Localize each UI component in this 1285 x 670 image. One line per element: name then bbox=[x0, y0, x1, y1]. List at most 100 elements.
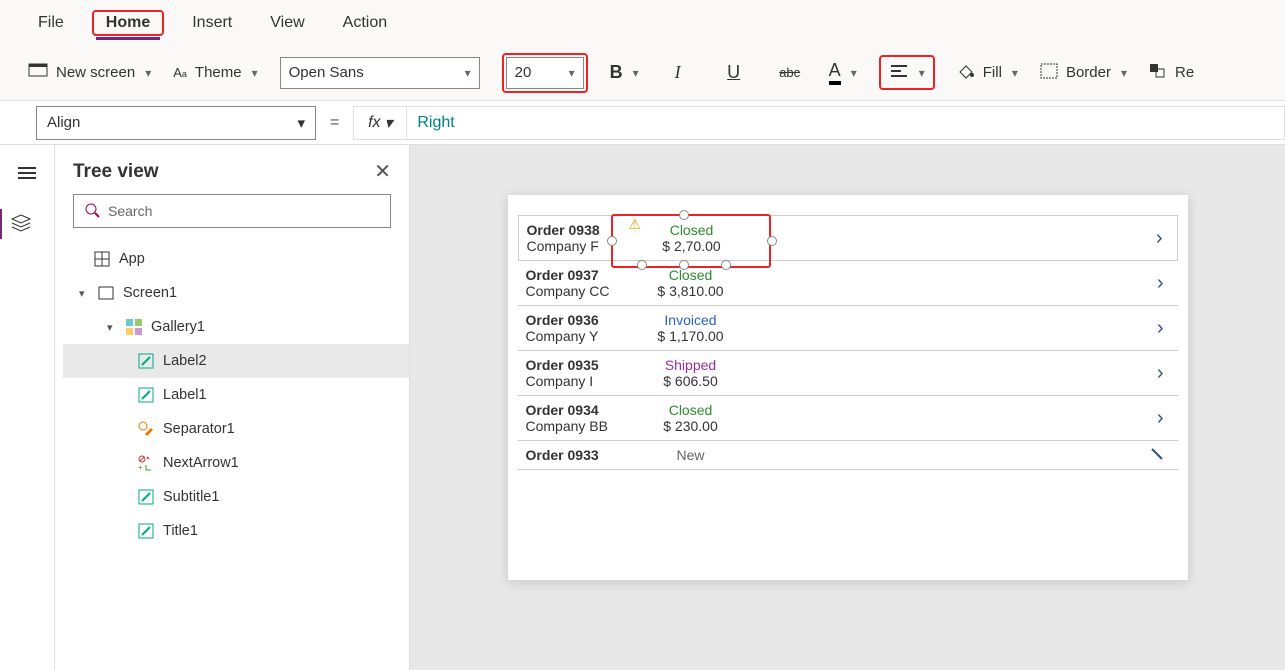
font-color-icon: A bbox=[829, 60, 841, 85]
strikethrough-button[interactable]: abc bbox=[773, 56, 807, 90]
tree-node-separator1[interactable]: Separator1 bbox=[63, 412, 409, 446]
collapse-icon[interactable]: ▾ bbox=[79, 287, 89, 300]
italic-button[interactable]: I bbox=[661, 56, 695, 90]
chevron-down-icon: ▾ bbox=[252, 66, 258, 80]
formula-bar: Align ▾ = fx▾ Right bbox=[0, 101, 1285, 145]
ribbon: New screen ▾ Aa Theme ▾ Open Sans ▾ 20 ▾… bbox=[0, 45, 1285, 101]
chevron-right-icon[interactable] bbox=[1150, 444, 1164, 467]
tree: App ▾ Screen1 ▾ Gallery1 Label2 Label1 bbox=[55, 242, 409, 548]
font-family-select[interactable]: Open Sans ▾ bbox=[280, 57, 480, 89]
tree-node-gallery1[interactable]: ▾ Gallery1 bbox=[63, 310, 409, 344]
tree-node-subtitle1[interactable]: Subtitle1 bbox=[63, 480, 409, 514]
chevron-right-icon[interactable]: › bbox=[1157, 317, 1164, 340]
layers-icon bbox=[11, 214, 31, 235]
fill-icon bbox=[957, 62, 975, 83]
price-label: $ 230.00 bbox=[636, 418, 746, 434]
equals-label: = bbox=[330, 114, 339, 132]
theme-icon: Aa bbox=[173, 65, 187, 80]
gallery-row[interactable]: Order 0935Company IShipped$ 606.50› bbox=[518, 351, 1178, 396]
collapse-icon[interactable]: ▾ bbox=[107, 321, 117, 334]
tree-view-rail-button[interactable] bbox=[0, 209, 29, 239]
tree-node-title1[interactable]: Title1 bbox=[63, 514, 409, 548]
tree-node-app[interactable]: App bbox=[63, 242, 409, 276]
menu-bar: File Home Insert View Action bbox=[0, 0, 1285, 45]
font-size-select[interactable]: 20 ▾ bbox=[506, 57, 584, 89]
price-label: $ 1,170.00 bbox=[636, 328, 746, 344]
status-label: Closed bbox=[636, 267, 746, 283]
company-name: Company F bbox=[527, 238, 637, 254]
screen-preview[interactable]: Order 0938Company F Closed $ 2,70.00 › ⚠ Orde… bbox=[508, 195, 1188, 580]
strikethrough-icon: abc bbox=[779, 65, 800, 80]
label-icon bbox=[137, 352, 155, 370]
align-icon bbox=[889, 63, 909, 82]
company-name: Company BB bbox=[526, 418, 636, 434]
fill-button[interactable]: Fill ▾ bbox=[957, 62, 1018, 83]
new-screen-button[interactable]: New screen ▾ bbox=[28, 63, 151, 82]
tree-view-title: Tree view bbox=[73, 161, 159, 183]
gallery-row[interactable]: Order 0936Company YInvoiced$ 1,170.00› bbox=[518, 306, 1178, 351]
reorder-icon bbox=[1149, 63, 1167, 82]
tree-node-label2[interactable]: Label2 bbox=[63, 344, 409, 378]
chevron-right-icon[interactable]: › bbox=[1157, 272, 1164, 295]
price-label: $ 606.50 bbox=[636, 373, 746, 389]
menu-view[interactable]: View bbox=[260, 8, 314, 38]
gallery-row[interactable]: Order 0938Company FClosed$ 2,70.00›⚠ bbox=[518, 215, 1178, 261]
chevron-down-icon: ▾ bbox=[633, 66, 639, 80]
reorder-button[interactable]: Re bbox=[1149, 63, 1194, 82]
company-name: Company Y bbox=[526, 328, 636, 344]
search-icon bbox=[84, 202, 100, 221]
menu-action[interactable]: Action bbox=[333, 8, 397, 38]
gallery-row[interactable]: Order 0933New bbox=[518, 441, 1178, 470]
company-name: Company I bbox=[526, 373, 636, 389]
formula-input[interactable]: Right bbox=[407, 106, 1285, 140]
menu-insert[interactable]: Insert bbox=[182, 8, 242, 38]
order-id: Order 0933 bbox=[526, 447, 636, 463]
tree-node-screen1[interactable]: ▾ Screen1 bbox=[63, 276, 409, 310]
border-icon bbox=[1040, 63, 1058, 82]
label-icon bbox=[137, 386, 155, 404]
gallery-icon bbox=[125, 318, 143, 336]
resize-handle[interactable] bbox=[679, 210, 689, 220]
theme-button[interactable]: Aa Theme ▾ bbox=[173, 64, 257, 81]
chevron-right-icon[interactable]: › bbox=[1157, 362, 1164, 385]
text-align-button[interactable]: ▾ bbox=[883, 59, 931, 86]
tree-node-nextarrow1[interactable]: + NextArrow1 bbox=[63, 446, 409, 480]
fx-button[interactable]: fx▾ bbox=[353, 106, 407, 140]
menu-home[interactable]: Home bbox=[96, 8, 160, 40]
hamburger-button[interactable] bbox=[12, 159, 42, 189]
label-icon bbox=[137, 488, 155, 506]
chevron-down-icon: ▾ bbox=[1121, 66, 1127, 80]
close-icon[interactable]: ✕ bbox=[374, 159, 391, 184]
resize-handle[interactable] bbox=[767, 236, 777, 246]
order-id: Order 0936 bbox=[526, 312, 636, 328]
menu-file[interactable]: File bbox=[28, 8, 74, 38]
warning-icon: ⚠ bbox=[629, 216, 642, 233]
label-icon bbox=[137, 522, 155, 540]
app-icon bbox=[93, 250, 111, 268]
border-button[interactable]: Border ▾ bbox=[1040, 63, 1127, 82]
left-rail bbox=[0, 145, 55, 670]
gallery-row[interactable]: Order 0937Company CCClosed$ 3,810.00› bbox=[518, 261, 1178, 306]
chevron-right-icon[interactable]: › bbox=[1157, 407, 1164, 430]
underline-button[interactable]: U bbox=[717, 56, 751, 90]
chevron-right-icon[interactable]: › bbox=[1156, 227, 1163, 250]
underline-icon: U bbox=[727, 62, 740, 83]
gallery-preview[interactable]: Order 0938Company F Closed $ 2,70.00 › ⚠ Orde… bbox=[518, 215, 1178, 470]
property-select[interactable]: Align ▾ bbox=[36, 106, 316, 140]
chevron-down-icon: ▾ bbox=[569, 66, 575, 80]
chevron-down-icon: ▾ bbox=[385, 113, 393, 133]
separator-icon bbox=[137, 420, 155, 438]
order-id: Order 0938 bbox=[527, 222, 637, 238]
price-label: $ 2,70.00 bbox=[637, 238, 747, 254]
gallery-row[interactable]: Order 0934Company BBClosed$ 230.00› bbox=[518, 396, 1178, 441]
font-color-button[interactable]: A▾ bbox=[829, 60, 857, 85]
bold-icon: B bbox=[610, 62, 623, 83]
tree-node-label1[interactable]: Label1 bbox=[63, 378, 409, 412]
canvas[interactable]: Order 0938Company F Closed $ 2,70.00 › ⚠ Orde… bbox=[410, 145, 1285, 670]
bold-button[interactable]: B▾ bbox=[610, 62, 639, 83]
resize-handle[interactable] bbox=[607, 236, 617, 246]
status-label: New bbox=[636, 447, 746, 463]
order-id: Order 0934 bbox=[526, 402, 636, 418]
tree-view-pane: Tree view ✕ Search App ▾ Screen1 ▾ bbox=[55, 145, 410, 670]
tree-search-input[interactable]: Search bbox=[73, 194, 391, 228]
